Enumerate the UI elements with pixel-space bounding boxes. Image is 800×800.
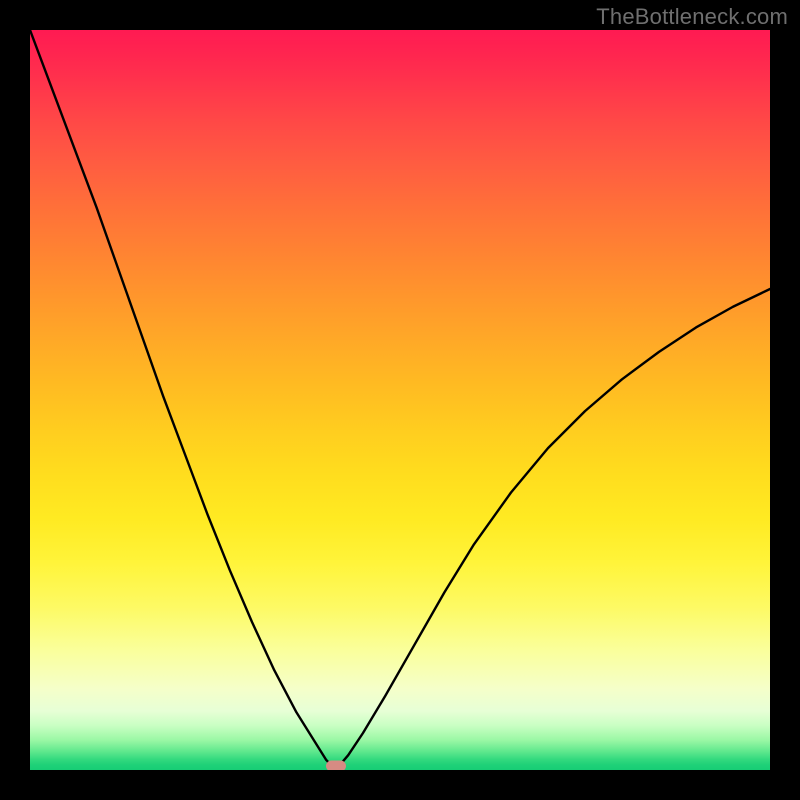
minimum-marker: [326, 760, 346, 770]
watermark-text: TheBottleneck.com: [596, 4, 788, 30]
plot-area: [30, 30, 770, 770]
outer-frame: TheBottleneck.com: [0, 0, 800, 800]
bottleneck-curve: [30, 30, 770, 770]
